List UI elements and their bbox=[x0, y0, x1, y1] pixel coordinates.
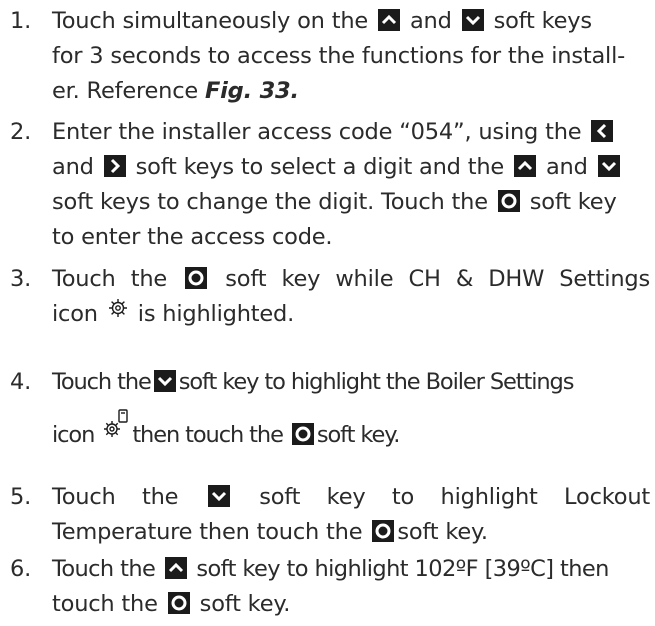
enter-soft-key-icon bbox=[185, 267, 208, 289]
step-text: Enter the installer access code “054”, u… bbox=[52, 115, 650, 255]
step-number: 4. bbox=[10, 369, 32, 395]
down-soft-key-icon bbox=[461, 9, 484, 31]
down-soft-key-icon bbox=[207, 485, 230, 507]
step-text: Touch the soft key to highlight Lockout … bbox=[52, 484, 651, 545]
step-number: 1. bbox=[10, 8, 32, 34]
ch-dhw-settings-gear-icon bbox=[108, 299, 127, 317]
down-soft-key-icon bbox=[153, 370, 176, 392]
enter-soft-key-icon bbox=[372, 520, 395, 542]
enter-soft-key-icon bbox=[497, 190, 520, 212]
up-soft-key-icon bbox=[513, 155, 536, 177]
enter-soft-key-icon bbox=[291, 423, 314, 445]
step-text: Touch simultaneously on the and soft key… bbox=[52, 8, 626, 104]
installer-instructions: 1. Touch simultaneously on the and soft … bbox=[0, 0, 655, 626]
enter-soft-key-icon bbox=[167, 592, 190, 614]
up-soft-key-icon bbox=[164, 557, 187, 579]
step-number: 2. bbox=[10, 119, 32, 145]
step-number: 5. bbox=[10, 484, 32, 510]
step-number: 3. bbox=[10, 266, 32, 292]
up-soft-key-icon bbox=[377, 9, 400, 31]
left-soft-key-icon bbox=[591, 120, 614, 142]
down-soft-key-icon bbox=[597, 155, 620, 177]
step-text: Touch the soft key to highlight 102ºF [3… bbox=[52, 556, 609, 617]
step-text: Touch the soft key to highlight the Boile… bbox=[52, 369, 574, 448]
boiler-settings-gear-icon bbox=[104, 409, 129, 437]
step-number: 6. bbox=[10, 556, 32, 582]
right-soft-key-icon bbox=[103, 155, 126, 177]
figure-reference: Fig. 33. bbox=[205, 78, 299, 104]
step-text: Touch the soft key while CH & DHW Settin… bbox=[52, 266, 650, 327]
